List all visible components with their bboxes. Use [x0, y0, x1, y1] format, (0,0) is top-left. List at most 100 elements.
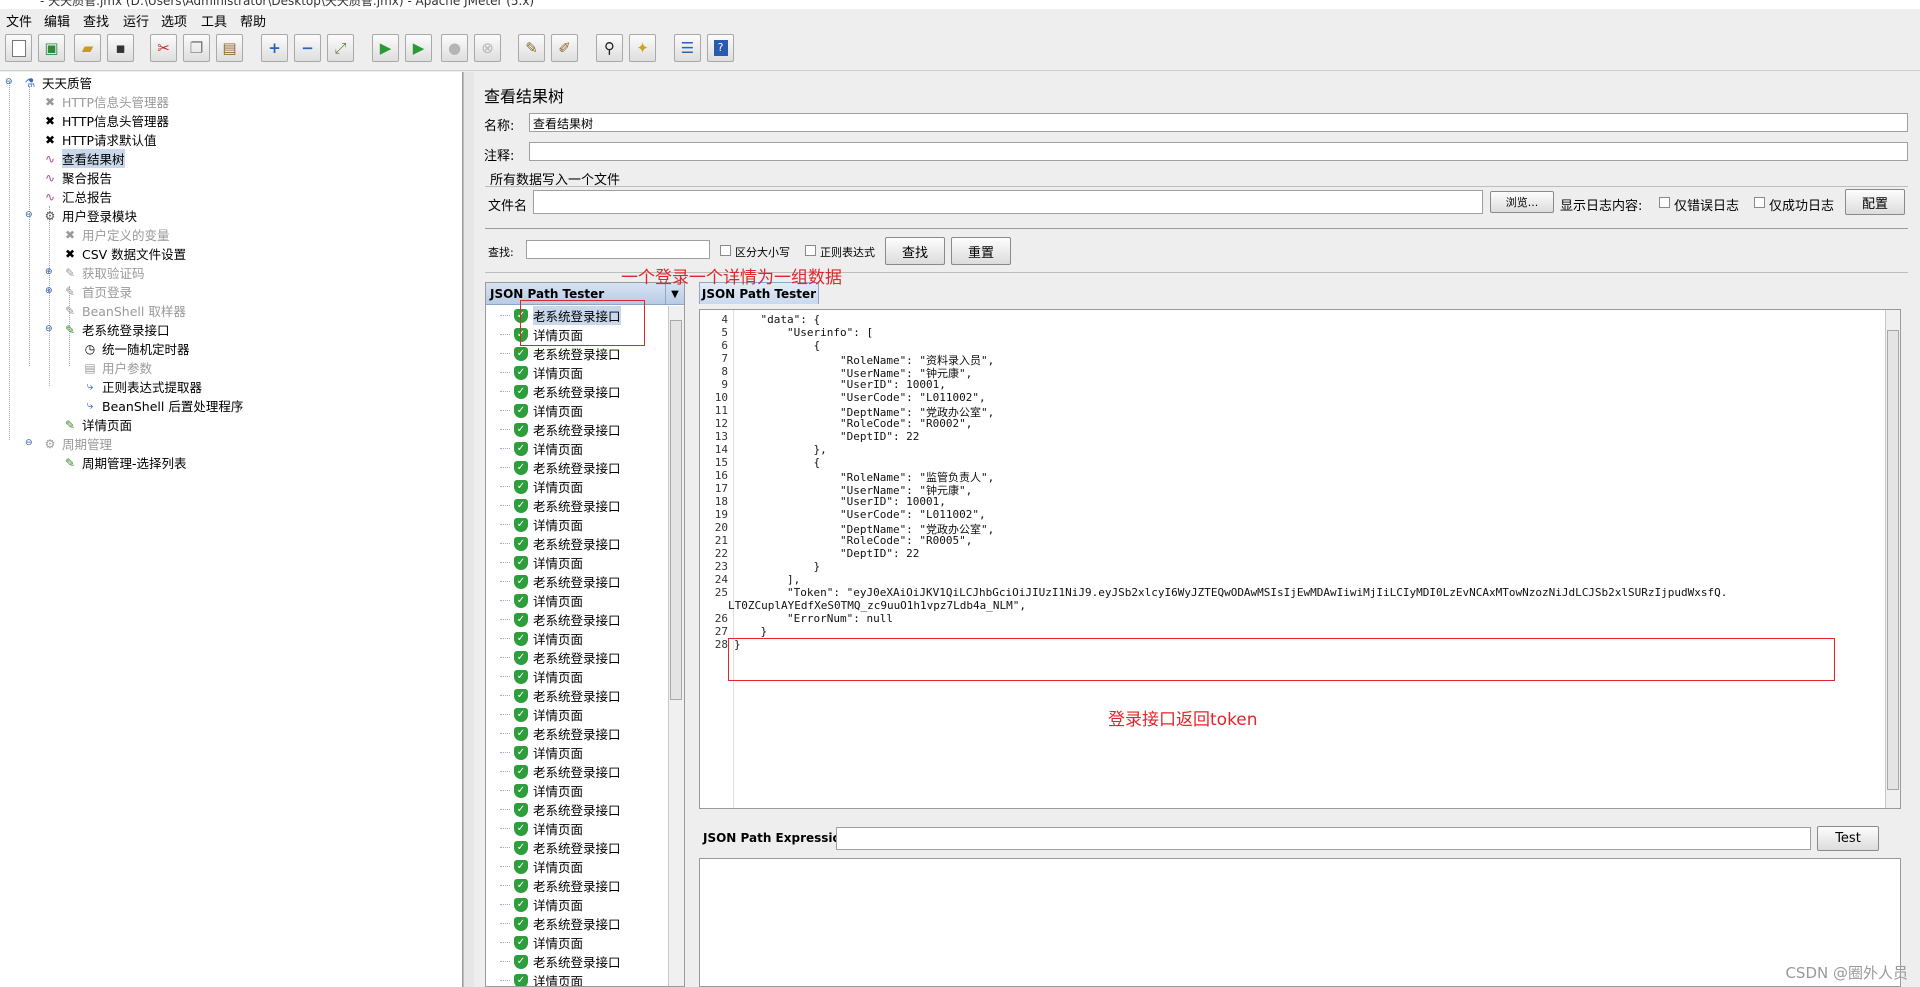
list-scrollbar[interactable]	[668, 306, 684, 986]
menu-search[interactable]: 查找	[83, 11, 109, 30]
response-json-viewer[interactable]: 4 5 6 7 8 9 10 11 12 13 14 15 16 17 18 19 20 21 22 23 24 25 26…	[699, 309, 1901, 809]
tree-node-detail-page[interactable]: ✎ 详情页面	[62, 415, 132, 434]
search-input[interactable]	[526, 240, 710, 259]
filename-field[interactable]	[533, 190, 1483, 214]
list-item[interactable]: ✓ 详情页面	[486, 857, 583, 876]
list-item[interactable]: ✓ 详情页面	[486, 933, 583, 952]
json-path-expression-input[interactable]	[836, 827, 1811, 850]
clear-icon[interactable]: ✎	[518, 34, 545, 62]
list-item[interactable]: ✓ 详情页面	[486, 819, 583, 838]
function-helper-icon[interactable]: ☰	[674, 34, 701, 62]
list-item[interactable]: ✓ 老系统登录接口	[486, 838, 621, 857]
menu-options[interactable]: 选项	[161, 11, 187, 30]
tree-node-regex-extractor[interactable]: ⤷ 正则表达式提取器	[82, 377, 202, 396]
list-item[interactable]: ✓ 老系统登录接口	[486, 876, 621, 895]
tree-node-http-defaults[interactable]: ✖ HTTP请求默认值	[42, 130, 157, 149]
shutdown-icon[interactable]: ⊗	[474, 34, 501, 62]
save-icon[interactable]: ▪	[107, 34, 134, 62]
list-item[interactable]: ✓ 老系统登录接口	[486, 914, 621, 933]
browse-button[interactable]: 浏览...	[1490, 191, 1554, 213]
collapse-toggle-icon[interactable]: ⊖	[25, 439, 33, 448]
list-item[interactable]: ✓ 详情页面	[486, 781, 583, 800]
test-button[interactable]: Test	[1817, 826, 1879, 851]
list-item[interactable]: ✓ 详情页面	[486, 553, 583, 572]
stop-icon[interactable]: ●	[441, 34, 468, 62]
find-button[interactable]: 查找	[885, 237, 945, 265]
reset-search-icon[interactable]: ✦	[629, 34, 656, 62]
json-scroll-thumb[interactable]	[1887, 330, 1899, 790]
list-item[interactable]: ✓ 老系统登录接口	[486, 610, 621, 629]
case-sensitive-checkbox[interactable]	[720, 245, 731, 256]
list-item[interactable]: ✓ 详情页面	[486, 971, 583, 986]
list-item[interactable]: ✓ 老系统登录接口	[486, 458, 621, 477]
regex-checkbox[interactable]	[805, 245, 816, 256]
tree-node-beanshell-sampler[interactable]: ✎ BeanShell 取样器	[62, 301, 186, 320]
list-item[interactable]: ✓ 详情页面	[486, 705, 583, 724]
errors-only-checkbox[interactable]	[1659, 197, 1670, 208]
menu-edit[interactable]: 编辑	[44, 11, 70, 30]
menu-file[interactable]: 文件	[6, 11, 32, 30]
cut-icon[interactable]: ✂	[150, 34, 177, 62]
tree-node-header-manager-disabled[interactable]: ✖ HTTP信息头管理器	[42, 92, 169, 111]
menu-help[interactable]: 帮助	[240, 11, 266, 30]
tree-node-old-login-api[interactable]: ✎ 老系统登录接口	[62, 320, 170, 339]
expand-icon[interactable]: +	[261, 34, 288, 62]
expand-toggle-icon[interactable]: ⊕	[45, 287, 53, 296]
tree-node-user-variables[interactable]: ✖ 用户定义的变量	[62, 225, 170, 244]
tree-node-summary-report[interactable]: ∿ 汇总报告	[42, 187, 112, 206]
tree-node-get-captcha[interactable]: ✎ 获取验证码	[62, 263, 145, 282]
json-path-result-area[interactable]	[699, 858, 1901, 987]
configure-button[interactable]: 配置	[1845, 189, 1905, 215]
list-item[interactable]: ✓ 详情页面	[486, 667, 583, 686]
comment-field[interactable]	[529, 142, 1908, 161]
success-only-checkbox[interactable]	[1754, 197, 1765, 208]
list-item[interactable]: ✓ 老系统登录接口	[486, 344, 621, 363]
tree-node-home-login[interactable]: ✎ 首页登录	[62, 282, 132, 301]
copy-icon[interactable]: ❐	[183, 34, 210, 62]
tree-node-user-parameters[interactable]: ▤ 用户参数	[82, 358, 152, 377]
list-item[interactable]: ✓ 老系统登录接口	[486, 496, 621, 515]
list-item[interactable]: ✓ 老系统登录接口	[486, 800, 621, 819]
tree-node-csv-dataset[interactable]: ✖ CSV 数据文件设置	[62, 244, 186, 263]
paste-icon[interactable]: ▤	[216, 34, 243, 62]
list-item[interactable]: ✓ 详情页面	[486, 363, 583, 382]
tree-node-aggregate-report[interactable]: ∿ 聚合报告	[42, 168, 112, 187]
list-item[interactable]: ✓ 老系统登录接口	[486, 952, 621, 971]
tree-node-header-manager[interactable]: ✖ HTTP信息头管理器	[42, 111, 169, 130]
expand-toggle-icon[interactable]: ⊕	[45, 268, 53, 277]
tree-node-cycle-select-list[interactable]: ✎ 周期管理-选择列表	[62, 453, 187, 472]
help-icon[interactable]: ?	[707, 34, 734, 62]
collapse-toggle-icon[interactable]: ⊖	[45, 325, 53, 334]
menu-run[interactable]: 运行	[123, 11, 149, 30]
list-item[interactable]: ✓ 详情页面	[486, 439, 583, 458]
list-item[interactable]: ✓ 详情页面	[486, 477, 583, 496]
tree-node-uniform-random-timer[interactable]: ◷ 统一随机定时器	[82, 339, 190, 358]
list-item[interactable]: ✓ 详情页面	[486, 401, 583, 420]
list-item[interactable]: ✓ 老系统登录接口	[486, 648, 621, 667]
menu-tools[interactable]: 工具	[201, 11, 227, 30]
vertical-splitter[interactable]	[463, 72, 474, 987]
list-scroll-thumb[interactable]	[670, 320, 682, 700]
list-item[interactable]: ✓ 详情页面	[486, 515, 583, 534]
search-icon[interactable]: ⚲	[596, 34, 623, 62]
toggle-icon[interactable]: ⤢	[327, 34, 354, 62]
name-field[interactable]: 查看结果树	[529, 113, 1908, 132]
tree-node-beanshell-postprocessor[interactable]: ⤷ BeanShell 后置处理程序	[82, 396, 244, 415]
new-icon[interactable]	[5, 34, 32, 62]
templates-icon[interactable]: ▣	[38, 34, 65, 62]
list-item[interactable]: ✓ 详情页面	[486, 629, 583, 648]
list-item[interactable]: ✓ 老系统登录接口	[486, 762, 621, 781]
list-item[interactable]: ✓ 老系统登录接口	[486, 686, 621, 705]
list-item[interactable]: ✓ 详情页面	[486, 895, 583, 914]
collapse-icon[interactable]: −	[294, 34, 321, 62]
list-item[interactable]: ✓ 详情页面	[486, 591, 583, 610]
open-icon[interactable]: ▰	[74, 34, 101, 62]
collapse-toggle-icon[interactable]: ⊖	[25, 211, 33, 220]
reset-button[interactable]: 重置	[951, 237, 1011, 265]
tree-node-thread-group-login[interactable]: ⚙ 用户登录模块	[42, 206, 137, 225]
json-scrollbar[interactable]	[1885, 310, 1900, 808]
tree-node-view-results-tree[interactable]: ∿ 查看结果树	[42, 149, 125, 168]
list-item[interactable]: ✓ 老系统登录接口	[486, 572, 621, 591]
start-no-pause-icon[interactable]: ▶	[405, 34, 432, 62]
tree-node-cycle-management[interactable]: ⚙ 周期管理	[42, 434, 112, 453]
